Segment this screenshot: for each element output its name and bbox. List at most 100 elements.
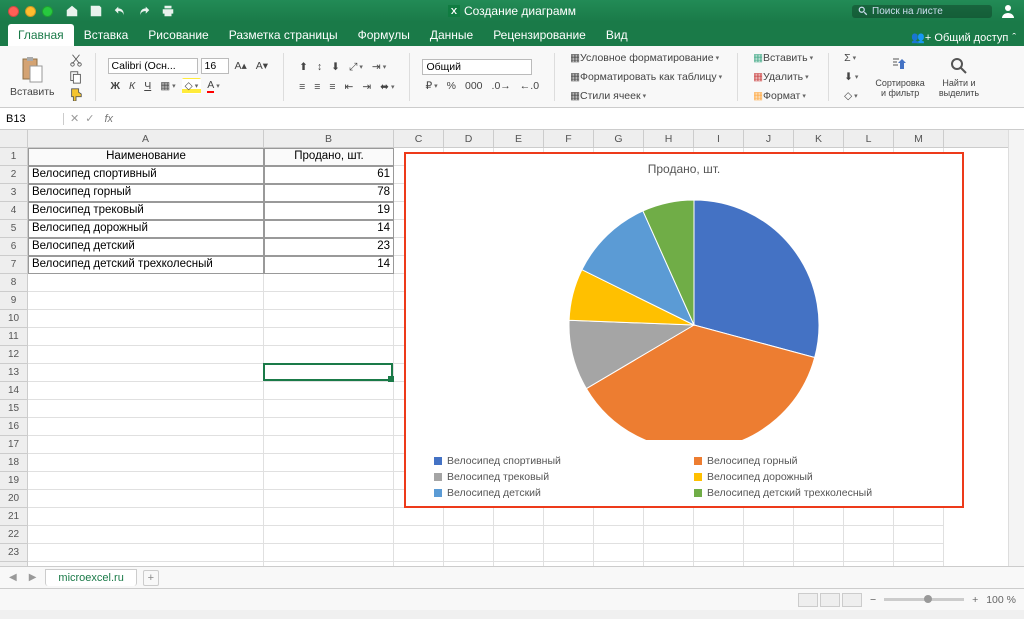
undo-icon[interactable]: [113, 4, 127, 18]
align-top-button[interactable]: ⬆: [296, 59, 311, 75]
share-button[interactable]: 👥+ Общий доступ: [911, 31, 1008, 44]
table-cell[interactable]: 14: [264, 220, 394, 238]
row-header[interactable]: 16: [0, 418, 27, 436]
normal-view-button[interactable]: [798, 593, 818, 607]
row-header[interactable]: 10: [0, 310, 27, 328]
name-box[interactable]: B13: [0, 113, 64, 125]
ribbon-collapse-icon[interactable]: ˆ: [1012, 32, 1016, 44]
align-center-button[interactable]: ≡: [311, 79, 323, 95]
add-sheet-button[interactable]: +: [143, 570, 159, 586]
print-icon[interactable]: [161, 4, 175, 18]
row-header[interactable]: 7: [0, 256, 27, 274]
column-header[interactable]: D: [444, 130, 494, 147]
row-header[interactable]: 5: [0, 220, 27, 238]
column-headers[interactable]: ABCDEFGHIJKLM: [28, 130, 1008, 148]
row-header[interactable]: 23: [0, 544, 27, 562]
column-header[interactable]: L: [844, 130, 894, 147]
font-name-select[interactable]: [108, 58, 198, 74]
sheet-tab[interactable]: microexcel.ru: [45, 569, 136, 586]
tab-home[interactable]: Главная: [8, 24, 74, 46]
format-as-table-button[interactable]: ▦ Форматировать как таблицу: [567, 69, 725, 85]
worksheet[interactable]: ABCDEFGHIJKLM 12345678910111213141516171…: [0, 130, 1024, 566]
decrease-indent-button[interactable]: ⇤: [342, 79, 357, 95]
row-header[interactable]: 13: [0, 364, 27, 382]
zoom-in-button[interactable]: +: [972, 594, 978, 606]
tab-view[interactable]: Вид: [596, 24, 638, 46]
align-middle-button[interactable]: ↕: [314, 59, 325, 75]
wrap-text-button[interactable]: ⇥: [369, 59, 389, 75]
table-cell[interactable]: 14: [264, 256, 394, 274]
column-header[interactable]: M: [894, 130, 944, 147]
column-header[interactable]: F: [544, 130, 594, 147]
row-header[interactable]: 8: [0, 274, 27, 292]
row-header[interactable]: 4: [0, 202, 27, 220]
increase-decimal-button[interactable]: .0→: [489, 78, 514, 94]
orientation-button[interactable]: ⤢: [346, 59, 366, 76]
currency-button[interactable]: ₽: [422, 78, 440, 94]
sort-filter-button[interactable]: Сортировка и фильтр: [871, 54, 928, 100]
table-cell[interactable]: Велосипед детский трехколесный: [28, 256, 264, 274]
table-header-cell[interactable]: Продано, шт.: [264, 148, 394, 166]
row-header[interactable]: 11: [0, 328, 27, 346]
increase-font-button[interactable]: A▴: [232, 58, 250, 74]
row-header[interactable]: 2: [0, 166, 27, 184]
conditional-formatting-button[interactable]: ▦ Условное форматирование: [567, 50, 725, 66]
minimize-window-button[interactable]: [25, 6, 36, 17]
column-header[interactable]: I: [694, 130, 744, 147]
increase-indent-button[interactable]: ⇥: [359, 79, 374, 95]
home-icon[interactable]: [65, 4, 79, 18]
row-header[interactable]: 1: [0, 148, 27, 166]
insert-cells-button[interactable]: ▦ Вставить: [750, 50, 816, 66]
table-cell[interactable]: 61: [264, 166, 394, 184]
decrease-font-button[interactable]: A▾: [253, 58, 271, 74]
column-header[interactable]: K: [794, 130, 844, 147]
autosum-button[interactable]: Σ: [841, 50, 861, 66]
table-header-cell[interactable]: Наименование: [28, 148, 264, 166]
border-button[interactable]: ▦: [157, 78, 178, 94]
sheet-nav-prev[interactable]: ◀: [6, 572, 20, 583]
user-icon[interactable]: [1000, 3, 1016, 19]
enter-formula-icon[interactable]: ✓: [85, 112, 94, 125]
underline-button[interactable]: Ч: [141, 78, 154, 94]
percent-button[interactable]: %: [444, 78, 459, 94]
fill-color-button[interactable]: ◇: [182, 78, 202, 94]
row-header[interactable]: 15: [0, 400, 27, 418]
column-header[interactable]: C: [394, 130, 444, 147]
column-header[interactable]: G: [594, 130, 644, 147]
row-header[interactable]: 14: [0, 382, 27, 400]
clear-button[interactable]: ◇: [841, 88, 861, 104]
row-header[interactable]: 6: [0, 238, 27, 256]
merge-button[interactable]: ⬌: [377, 79, 397, 95]
page-break-view-button[interactable]: [842, 593, 862, 607]
row-header[interactable]: 12: [0, 346, 27, 364]
page-layout-view-button[interactable]: [820, 593, 840, 607]
tab-layout[interactable]: Разметка страницы: [219, 24, 348, 46]
tab-draw[interactable]: Рисование: [138, 24, 218, 46]
row-header[interactable]: 24: [0, 562, 27, 566]
decrease-decimal-button[interactable]: ←.0: [517, 78, 542, 94]
row-header[interactable]: 3: [0, 184, 27, 202]
tab-review[interactable]: Рецензирование: [483, 24, 596, 46]
table-cell[interactable]: Велосипед детский: [28, 238, 264, 256]
close-window-button[interactable]: [8, 6, 19, 17]
chart-object[interactable]: Продано, шт.Велосипед спортивныйВелосипе…: [404, 152, 964, 508]
cell-styles-button[interactable]: ▦ Стили ячеек: [567, 88, 725, 104]
fx-icon[interactable]: fx: [100, 113, 117, 125]
number-format-select[interactable]: [422, 59, 532, 75]
align-right-button[interactable]: ≡: [326, 79, 338, 95]
tab-formulas[interactable]: Формулы: [348, 24, 420, 46]
column-header[interactable]: E: [494, 130, 544, 147]
font-size-select[interactable]: [201, 58, 229, 74]
align-left-button[interactable]: ≡: [296, 79, 308, 95]
table-cell[interactable]: 23: [264, 238, 394, 256]
column-header[interactable]: A: [28, 130, 264, 147]
column-header[interactable]: H: [644, 130, 694, 147]
align-bottom-button[interactable]: ⬇: [328, 59, 343, 75]
paste-button[interactable]: Вставить: [6, 54, 59, 100]
zoom-slider[interactable]: [884, 598, 964, 601]
format-painter-icon[interactable]: [69, 87, 83, 101]
search-input[interactable]: Поиск на листе: [852, 5, 992, 18]
table-cell[interactable]: 19: [264, 202, 394, 220]
table-cell[interactable]: Велосипед спортивный: [28, 166, 264, 184]
row-header[interactable]: 21: [0, 508, 27, 526]
